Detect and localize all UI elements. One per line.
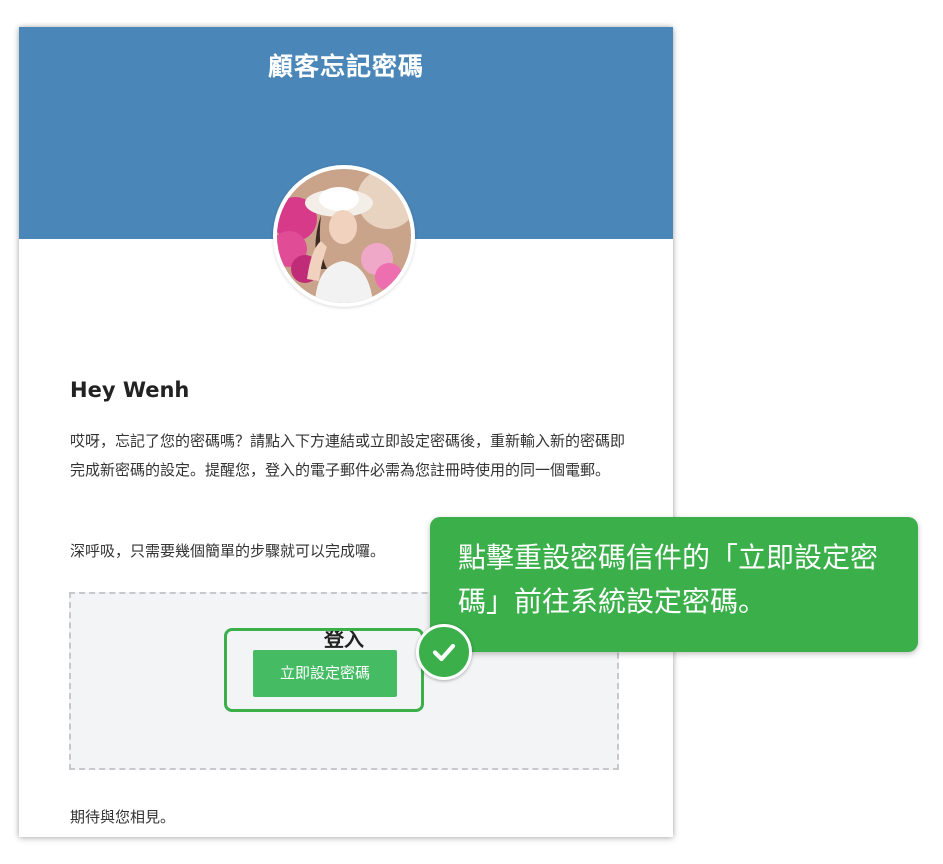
sign-off: 期待與您相見。: [70, 808, 176, 826]
screenshot-stage: 顧客忘記密碼 Hey Wenh 哎呀，忘記了您的密碼嗎？請點入下方連結或立即設定…: [0, 0, 943, 864]
email-card: 顧客忘記密碼 Hey Wenh 哎呀，忘記了您的密碼嗎？請點入下方連結或立即設定…: [19, 27, 673, 837]
email-title: 顧客忘記密碼: [267, 52, 424, 81]
check-badge: [416, 624, 472, 680]
intro-paragraph: 哎呀，忘記了您的密碼嗎？請點入下方連結或立即設定密碼後，重新輸入新的密碼即完成新…: [70, 432, 626, 479]
greeting: Hey Wenh: [70, 378, 190, 402]
avatar: [273, 165, 415, 307]
avatar-photo-icon: [277, 169, 411, 303]
check-icon: [432, 643, 456, 662]
set-password-button[interactable]: 立即設定密碼: [253, 650, 397, 697]
encouragement-paragraph: 深呼吸，只需要幾個簡單的步驟就可以完成囉。: [70, 542, 386, 560]
instruction-callout: 點擊重設密碼信件的「立即設定密碼」前往系統設定密碼。: [430, 517, 918, 652]
